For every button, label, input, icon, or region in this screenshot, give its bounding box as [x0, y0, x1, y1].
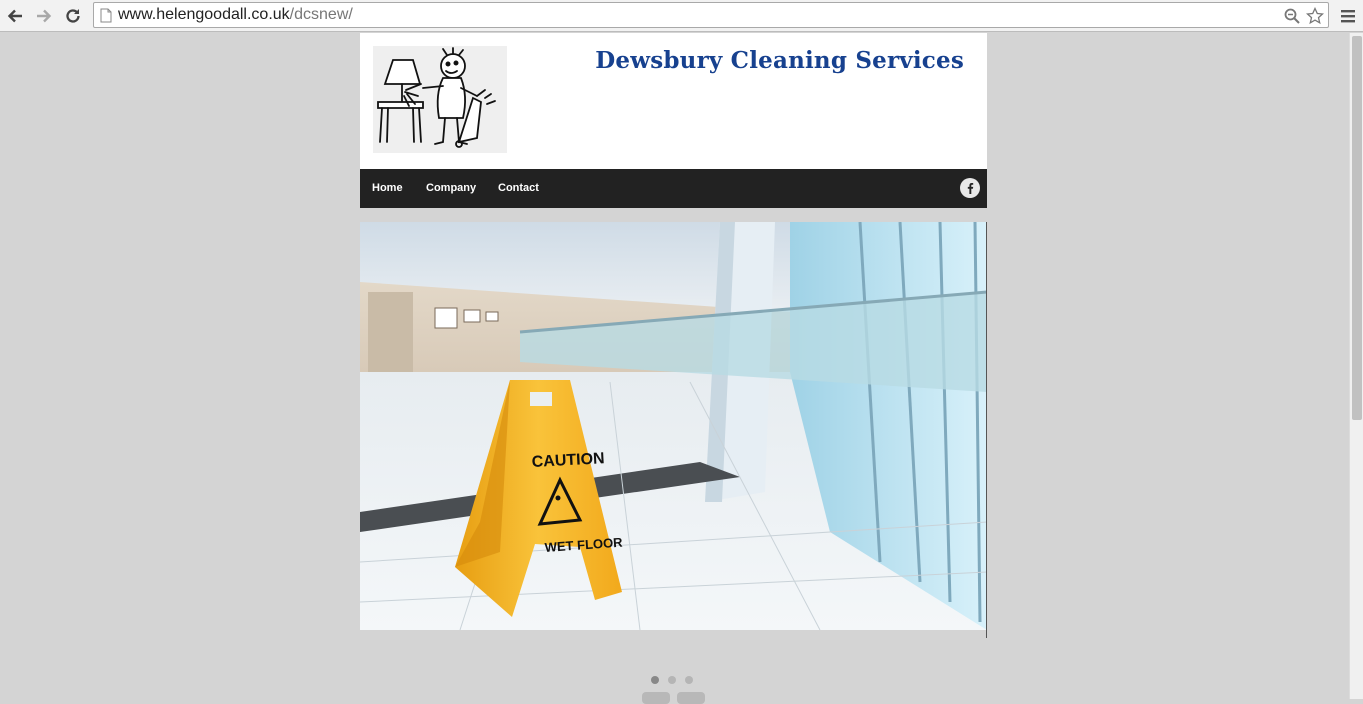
url-path: /dcsnew/ — [289, 6, 353, 23]
browser-toolbar: www.helengoodall.co.uk/dcsnew/ — [0, 0, 1363, 32]
hero-slide-image: CAUTION WET FLOOR — [360, 222, 987, 630]
back-button[interactable] — [4, 5, 26, 27]
facebook-f-glyph — [967, 183, 974, 194]
cleaner-logo[interactable] — [373, 46, 507, 153]
nav-item-home[interactable]: Home — [372, 182, 403, 194]
page-icon — [100, 8, 112, 23]
slider-dot-3[interactable] — [685, 676, 693, 684]
url-host: www.helengoodall.co.uk — [118, 6, 290, 23]
slider-dot-1[interactable] — [651, 676, 659, 684]
main-navbar: Home Company Contact — [360, 169, 987, 208]
nav-item-company[interactable]: Company — [426, 182, 476, 194]
facebook-icon[interactable] — [960, 178, 980, 198]
url-text[interactable]: www.helengoodall.co.uk/dcsnew/ — [118, 6, 353, 24]
slider-pagination — [651, 676, 693, 684]
site-title: Dewsbury Cleaning Services — [595, 47, 964, 74]
page-scrollbar[interactable] — [1349, 33, 1363, 699]
hero-border — [986, 222, 987, 638]
slider-prev-button[interactable] — [642, 692, 670, 704]
reload-icon — [66, 9, 80, 23]
nav-item-contact[interactable]: Contact — [498, 182, 539, 194]
bookmark-star-icon[interactable] — [1306, 7, 1324, 25]
slider-next-button[interactable] — [677, 692, 705, 704]
site-header: Dewsbury Cleaning Services — [360, 33, 987, 169]
zoom-icon[interactable] — [1283, 7, 1301, 25]
forward-button[interactable] — [33, 5, 55, 27]
scrollbar-thumb[interactable] — [1352, 36, 1362, 420]
address-bar[interactable]: www.helengoodall.co.uk/dcsnew/ — [93, 2, 1329, 28]
slider-dot-2[interactable] — [668, 676, 676, 684]
back-arrow-icon — [7, 9, 22, 23]
site-container: Dewsbury Cleaning Services Home Company … — [360, 33, 987, 208]
forward-arrow-icon — [37, 9, 52, 23]
browser-menu-icon[interactable] — [1338, 6, 1358, 26]
reload-button[interactable] — [62, 5, 84, 27]
